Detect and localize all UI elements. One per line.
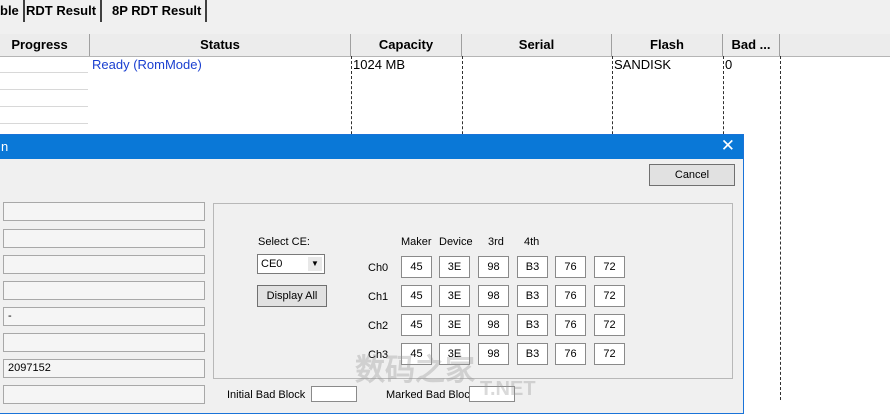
- tab-8p-rdt-result[interactable]: 8P RDT Result: [108, 0, 208, 22]
- info-field: [3, 202, 205, 221]
- id-byte: 3E: [439, 285, 470, 307]
- id-byte: B3: [517, 343, 548, 365]
- header-4th: 4th: [524, 236, 540, 248]
- display-all-button[interactable]: Display All: [257, 285, 327, 307]
- id-byte: 3E: [439, 256, 470, 278]
- row-divider: [0, 106, 88, 107]
- tab-rdt-result[interactable]: RDT Result: [22, 0, 103, 22]
- id-byte: 72: [594, 314, 625, 336]
- initial-bad-block-label: Initial Bad Block: [227, 389, 306, 401]
- id-byte: 98: [478, 256, 509, 278]
- column-flash[interactable]: Flash: [612, 34, 723, 56]
- info-field: [3, 385, 205, 404]
- watermark-subtext: T.NET: [480, 378, 536, 400]
- watermark: 数码之家: [355, 354, 475, 387]
- id-byte: 98: [478, 314, 509, 336]
- row-divider: [0, 72, 88, 73]
- id-byte: 45: [401, 256, 432, 278]
- dialog-title: n: [1, 139, 9, 154]
- cancel-button[interactable]: Cancel: [649, 164, 735, 186]
- info-field: [3, 229, 205, 248]
- id-byte: 72: [594, 343, 625, 365]
- id-byte: 45: [401, 314, 432, 336]
- id-byte: 45: [401, 285, 432, 307]
- column-status[interactable]: Status: [90, 34, 351, 56]
- list-toolbar-gap: [0, 24, 890, 34]
- info-field: -: [3, 307, 205, 326]
- channel-label: Ch1: [368, 291, 389, 303]
- column-bad[interactable]: Bad ...: [723, 34, 780, 56]
- column-serial[interactable]: Serial: [462, 34, 612, 56]
- ce-select[interactable]: CE0 ▼: [257, 254, 325, 274]
- id-byte: 76: [555, 285, 586, 307]
- row-divider: [0, 89, 88, 90]
- id-byte: 98: [478, 343, 509, 365]
- column-capacity[interactable]: Capacity: [351, 34, 462, 56]
- row-divider: [0, 123, 88, 124]
- marked-bad-block-label: Marked Bad Block: [386, 389, 476, 401]
- id-byte: 76: [555, 314, 586, 336]
- info-field: [3, 333, 205, 352]
- id-byte: B3: [517, 285, 548, 307]
- id-byte: 72: [594, 285, 625, 307]
- id-byte: 98: [478, 285, 509, 307]
- select-ce-label: Select CE:: [258, 236, 310, 248]
- channel-label: Ch2: [368, 320, 389, 332]
- dialog-titlebar[interactable]: n ✕: [0, 135, 743, 159]
- info-field: [3, 255, 205, 274]
- id-byte: B3: [517, 256, 548, 278]
- info-field: 2097152: [3, 359, 205, 378]
- column-progress[interactable]: Progress: [0, 34, 90, 56]
- header-maker: Maker: [401, 236, 432, 248]
- cell-status: Ready (RomMode): [92, 57, 202, 72]
- tab-strip: ble RDT Result 8P RDT Result: [0, 0, 890, 25]
- close-icon[interactable]: ✕: [721, 136, 735, 156]
- list-header: Progress Status Capacity Serial Flash Ba…: [0, 34, 890, 57]
- channel-label: Ch0: [368, 262, 389, 274]
- id-byte: 76: [555, 343, 586, 365]
- chevron-down-icon[interactable]: ▼: [308, 257, 322, 271]
- cell-capacity: 1024 MB: [353, 57, 406, 72]
- info-field: [3, 281, 205, 300]
- id-byte: 76: [555, 256, 586, 278]
- ce-select-value: CE0: [261, 258, 283, 270]
- id-byte: 3E: [439, 314, 470, 336]
- cell-bad: 0: [725, 57, 733, 72]
- id-byte: 72: [594, 256, 625, 278]
- header-device: Device: [439, 236, 473, 248]
- cell-flash: SANDISK: [614, 57, 672, 72]
- id-byte: B3: [517, 314, 548, 336]
- column-separator: [780, 56, 781, 400]
- header-3rd: 3rd: [488, 236, 504, 248]
